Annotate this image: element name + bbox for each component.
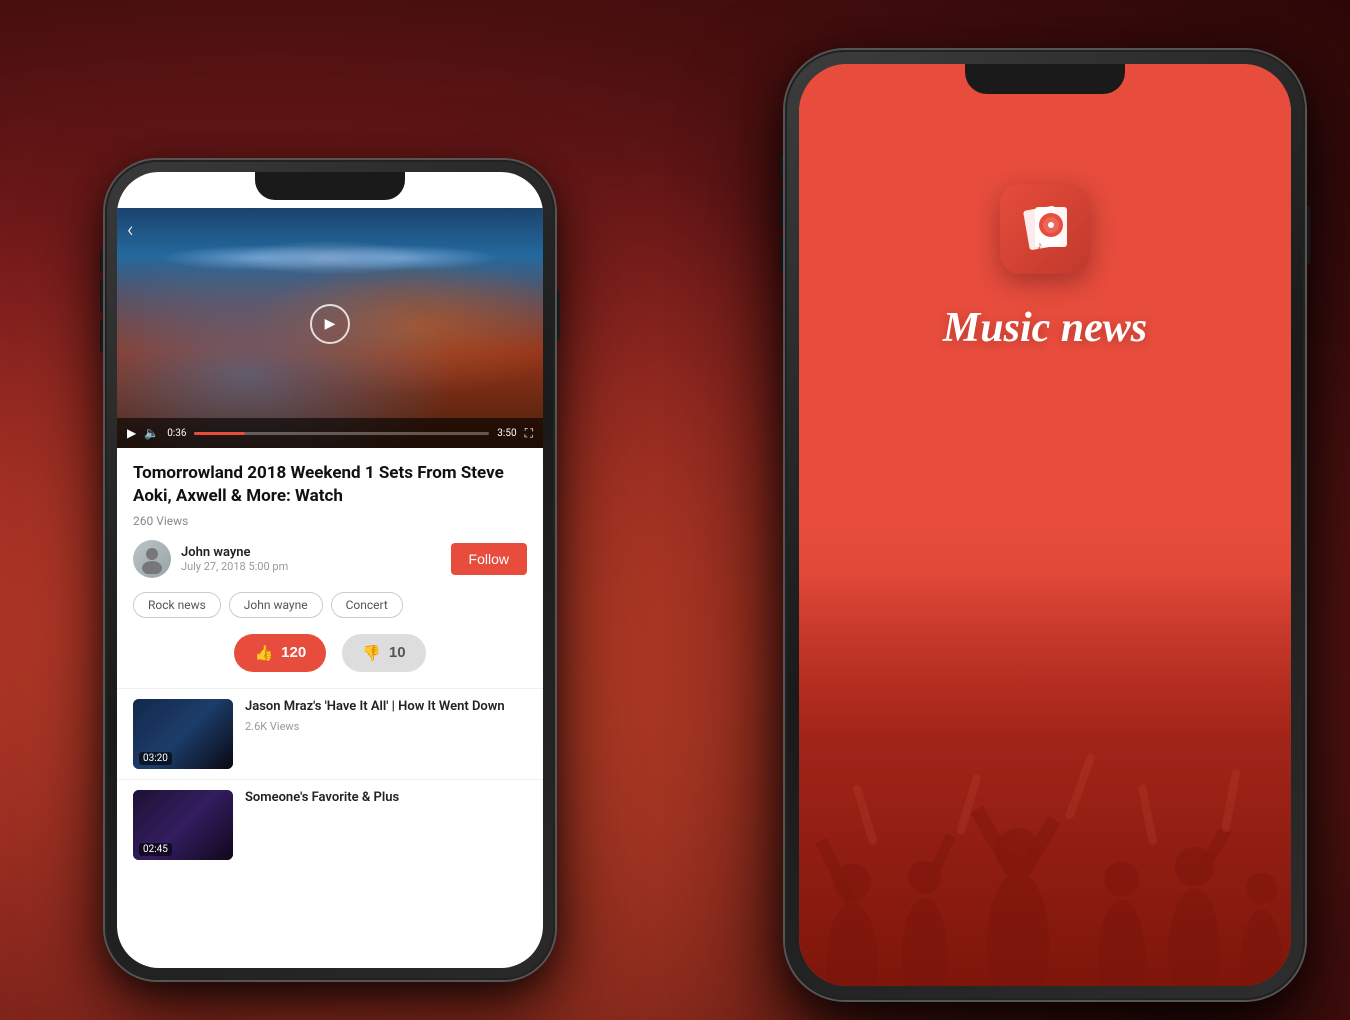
author-info: John wayne July 27, 2018 5:00 pm [133, 540, 288, 578]
thumb-overlay-1: 03:20 [133, 699, 233, 769]
content-area: Tomorrowland 2018 Weekend 1 Sets From St… [117, 448, 543, 672]
back-button[interactable]: ‹ [127, 218, 134, 243]
notch-left [255, 172, 405, 200]
related-info-1: Jason Mraz's 'Have It All' | How It Went… [245, 699, 527, 733]
related-thumb-1: 03:20 [133, 699, 233, 769]
thumb-duration-2: 02:45 [139, 843, 172, 856]
related-title-2: Someone's Favorite & Plus [245, 790, 527, 807]
battery-icon [501, 187, 523, 202]
volume-down-button[interactable] [100, 320, 104, 352]
progress-fill [194, 432, 244, 435]
related-title-1: Jason Mraz's 'Have It All' | How It Went… [245, 699, 527, 716]
article-title: Tomorrowland 2018 Weekend 1 Sets From St… [133, 462, 527, 508]
reaction-row: 👍 120 👎 10 [133, 634, 527, 672]
volume-up-button[interactable] [100, 280, 104, 312]
total-time-label: 3:50 [497, 428, 516, 439]
phone-screen-right: ♪ Music news [799, 64, 1291, 986]
svg-text:♪: ♪ [1037, 239, 1043, 252]
app-title: Music news [943, 304, 1147, 352]
tag-rock-news[interactable]: Rock news [133, 592, 221, 618]
status-icons: ▂▄▆ [448, 187, 523, 202]
related-item-1[interactable]: 03:20 Jason Mraz's 'Have It All' | How I… [117, 688, 543, 779]
app-icon: ♪ [1000, 184, 1090, 274]
thumb-overlay-2: 02:45 [133, 790, 233, 860]
like-button[interactable]: 👍 120 [234, 634, 326, 672]
avatar [133, 540, 171, 578]
right-phone-power[interactable] [1305, 205, 1310, 265]
play-button[interactable]: ▶ [310, 304, 350, 344]
tag-john-wayne[interactable]: John wayne [229, 592, 323, 618]
phone-screen-left: 11:38 ▂▄▆ [117, 172, 543, 968]
related-item-2[interactable]: 02:45 Someone's Favorite & Plus [117, 779, 543, 870]
notch-right [965, 64, 1125, 94]
views-count: 260 Views [133, 514, 527, 528]
power-button[interactable] [556, 290, 560, 340]
video-area: ‹ ▶ ▶ 🔈 0:36 3:50 ⛶ [117, 208, 543, 448]
progress-bar-area: ▶ 🔈 0:36 3:50 ⛶ [117, 418, 543, 448]
related-thumb-2: 02:45 [133, 790, 233, 860]
scene: 11:38 ▂▄▆ [0, 0, 1350, 1020]
thumb-duration-1: 03:20 [139, 752, 172, 765]
related-views-1: 2.6K Views [245, 720, 527, 733]
left-phone: 11:38 ▂▄▆ [105, 160, 555, 980]
play-ctrl-icon[interactable]: ▶ [127, 426, 136, 440]
author-name: John wayne [181, 545, 288, 560]
tag-concert[interactable]: Concert [331, 592, 403, 618]
progress-track[interactable] [194, 432, 489, 435]
follow-button[interactable]: Follow [451, 543, 527, 575]
tags-row: Rock news John wayne Concert [133, 592, 527, 618]
right-phone: ♪ Music news [785, 50, 1305, 1000]
related-info-2: Someone's Favorite & Plus [245, 790, 527, 811]
dislike-icon: 👎 [362, 644, 381, 662]
author-row: John wayne July 27, 2018 5:00 pm Follow [133, 540, 527, 578]
author-details: John wayne July 27, 2018 5:00 pm [181, 545, 288, 573]
dislike-count: 10 [389, 644, 406, 661]
silent-switch[interactable] [100, 250, 104, 272]
splash-crowd [799, 571, 1291, 986]
author-date: July 27, 2018 5:00 pm [181, 560, 288, 573]
signal-icon: ▂▄▆ [448, 187, 475, 201]
wifi-icon [480, 187, 496, 202]
fullscreen-icon[interactable]: ⛶ [525, 426, 533, 441]
dislike-button[interactable]: 👎 10 [342, 634, 425, 672]
play-icon: ▶ [325, 316, 336, 332]
like-icon: 👍 [254, 644, 273, 662]
splash-content: ♪ Music news [799, 64, 1291, 986]
like-count: 120 [281, 644, 306, 661]
current-time-label: 0:36 [167, 428, 186, 439]
volume-ctrl-icon[interactable]: 🔈 [144, 426, 159, 440]
status-time: 11:38 [137, 186, 173, 202]
